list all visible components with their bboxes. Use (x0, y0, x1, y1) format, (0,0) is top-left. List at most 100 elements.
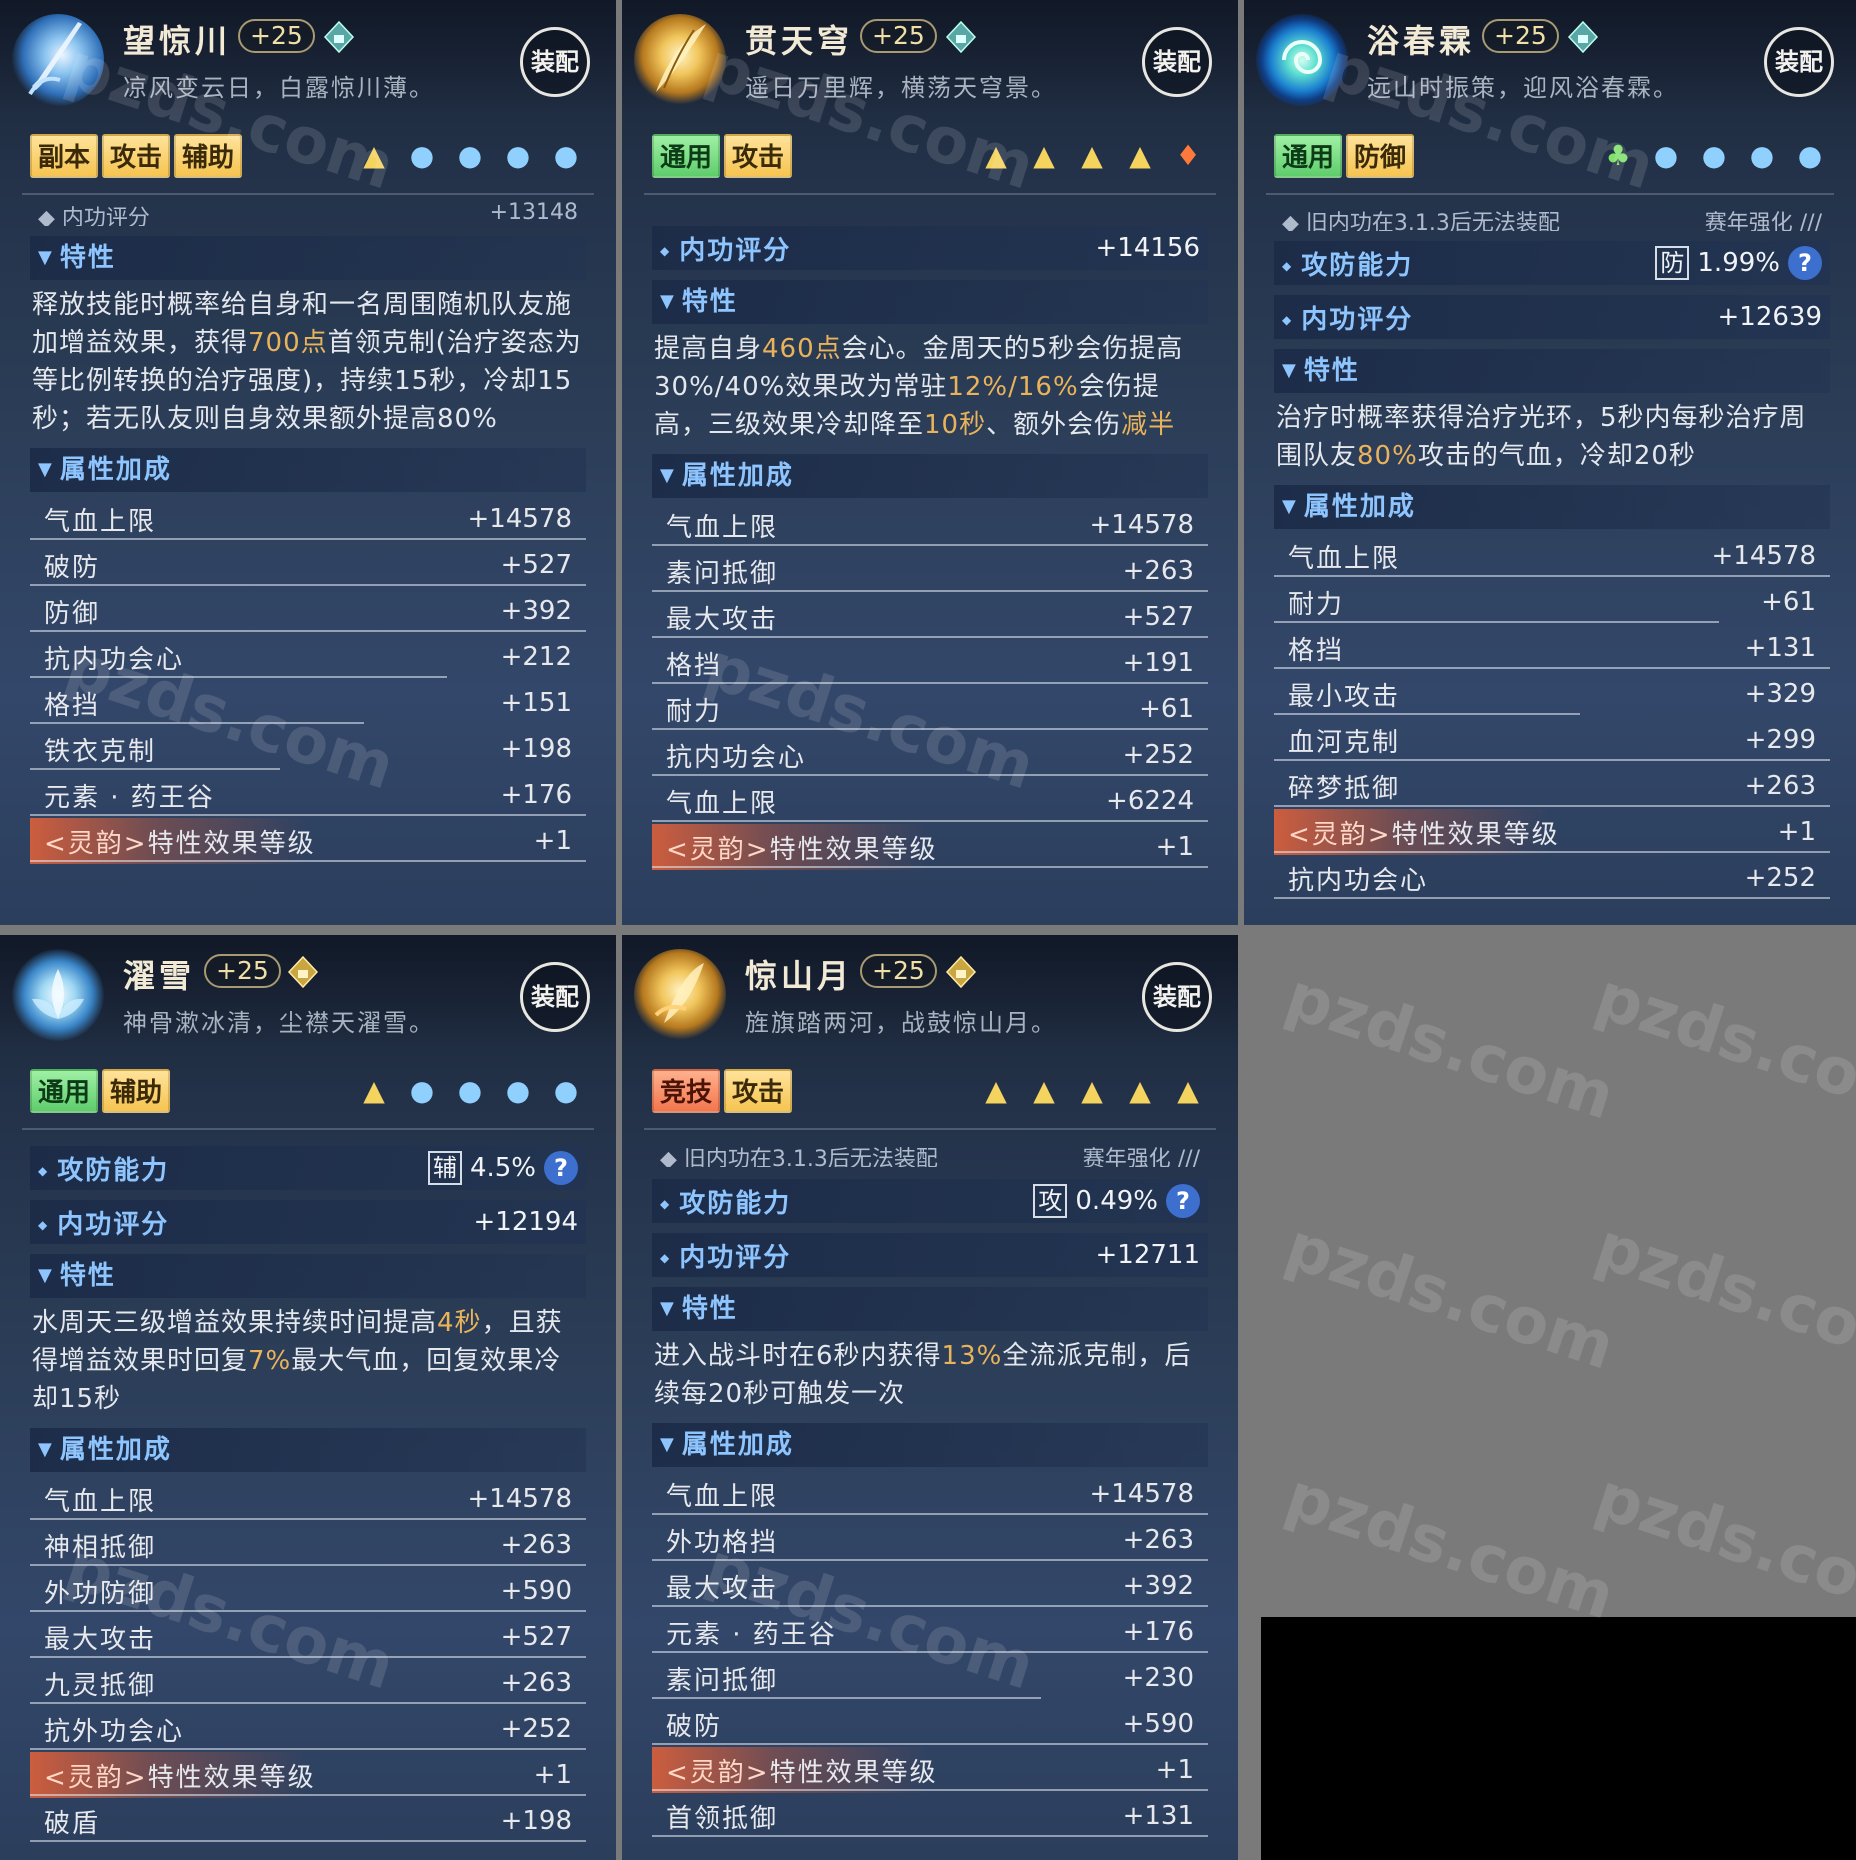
tag-general: 通用 (30, 1069, 99, 1113)
water-drop-icon: ● (505, 1074, 531, 1107)
tag-attack: 攻击 (724, 1069, 793, 1113)
power-type-badge: 防 (1655, 246, 1690, 280)
stat-name: 最大攻击 (666, 1573, 779, 1604)
stat-row: 抗内功会心 +212 (30, 634, 586, 680)
divider (644, 193, 1216, 195)
section-trait[interactable]: 特性 (652, 280, 1208, 324)
triangle-icon: ▲ (985, 1074, 1007, 1107)
scrolled-value: +13148 (489, 200, 578, 225)
section-attributes[interactable]: 属性加成 (30, 1428, 586, 1472)
triangle-icon: ▲ (985, 139, 1007, 172)
help-icon[interactable]: ? (544, 1151, 578, 1185)
lock-icon[interactable] (944, 955, 978, 989)
triangle-icon: ▲ (363, 139, 385, 172)
stat-name: 气血上限 (666, 788, 779, 819)
stat-value: +14578 (1711, 541, 1817, 571)
equip-button[interactable]: 装配 (1142, 962, 1212, 1032)
stat-name: 外功防御 (44, 1578, 157, 1609)
stat-name: 神相抵御 (44, 1532, 157, 1563)
stat-name: 最大攻击 (44, 1624, 157, 1655)
tag-support: 辅助 (102, 1069, 171, 1113)
section-attributes[interactable]: 属性加成 (30, 448, 586, 492)
section-trait[interactable]: 特性 (30, 236, 586, 280)
stat-row: 最大攻击 +527 (30, 1614, 586, 1660)
equip-button[interactable]: 装配 (520, 962, 590, 1032)
help-icon[interactable]: ? (1166, 1184, 1200, 1218)
section-trait[interactable]: 特性 (30, 1254, 586, 1298)
equip-button[interactable]: 装配 (1764, 27, 1834, 97)
stat-row: 元素 · 药王谷 +176 (652, 1609, 1208, 1655)
scrolled-row: ◆ 内功评分 +13148 (30, 200, 586, 226)
stat-name: 元素 · 药王谷 (666, 1619, 837, 1650)
water-drop-icon: ● (1797, 139, 1823, 172)
stat-row: 外功防御 +590 (30, 1568, 586, 1614)
equip-button[interactable]: 装配 (1142, 27, 1212, 97)
lock-icon[interactable] (944, 20, 978, 54)
scrolled-row: ◆ 旧内功在3.1.3后无法装配 赛年强化 /// (1274, 205, 1830, 231)
stat-row: 格挡 +131 (1274, 625, 1830, 671)
tag-attack: 攻击 (724, 134, 793, 178)
stat-value: +527 (1122, 602, 1194, 632)
trait-description: 提高自身460点会心。金周天的5秒会伤提高30%/40%效果改为常驻12%/16… (652, 328, 1208, 454)
scrolled-value: 赛年强化 /// (1704, 211, 1822, 231)
lock-icon[interactable] (286, 955, 320, 989)
section-attributes[interactable]: 属性加成 (652, 1423, 1208, 1467)
watermark: pzds.com (1586, 1209, 1856, 1385)
element-icons: ▲ ▲ ▲ ▲ ▲ (980, 1075, 1204, 1107)
card-header: 贯天穹 +25 遥日万里辉，横荡天穹景。 装配 通用 攻击 ▲ ▲ ▲ ▲ ♦ (622, 0, 1238, 190)
stat-value: +198 (500, 1806, 572, 1836)
equip-button[interactable]: 装配 (520, 27, 590, 97)
level-badge: +25 (860, 954, 937, 988)
stat-name: <灵韵>特性效果等级 (1288, 814, 1560, 851)
triangle-icon: ▲ (1177, 1074, 1199, 1107)
lingyun-tag: <灵韵> (666, 1757, 770, 1788)
help-icon[interactable]: ? (1788, 246, 1822, 280)
stat-name: <灵韵>特性效果等级 (44, 1757, 316, 1794)
power-type-badge: 攻 (1033, 1184, 1068, 1218)
lock-icon[interactable] (1566, 20, 1600, 54)
stat-row: 最小攻击 +329 (1274, 671, 1830, 717)
power-label: 攻防能力 (1282, 245, 1413, 282)
desc-text: 攻击的气血，冷却20秒 (1417, 441, 1696, 471)
stat-name: <灵韵>特性效果等级 (44, 823, 316, 860)
section-attributes[interactable]: 属性加成 (652, 454, 1208, 498)
lingyun-tag: <灵韵> (666, 834, 770, 865)
desc-highlight: 12%/16% (947, 372, 1079, 402)
stat-row: 破防 +590 (652, 1701, 1208, 1747)
power-row: 攻防能力 防1.99%? (1274, 241, 1830, 285)
stat-row: 抗外功会心 +252 (30, 1706, 586, 1752)
stat-row: 素问抵御 +230 (652, 1655, 1208, 1701)
stat-name-rest: 特性效果等级 (769, 1757, 938, 1788)
stat-value: +230 (1122, 1663, 1194, 1693)
scrolled-row: ◆ 旧内功在3.1.3后无法装配 赛年强化 /// (652, 1141, 1208, 1167)
stat-row: 铁衣克制 +198 (30, 726, 586, 772)
card-title: 望惊川 (123, 22, 232, 60)
lock-icon[interactable] (322, 20, 356, 54)
stat-name: 耐力 (1288, 589, 1345, 620)
card-jingshanyue: 惊山月 +25 旌旗踏两河，战鼓惊山月。 装配 竞技 攻击 ▲ ▲ ▲ ▲ ▲ … (622, 935, 1238, 1860)
stat-row-lingyun: <灵韵>特性效果等级 +1 (30, 818, 586, 864)
section-trait[interactable]: 特性 (652, 1287, 1208, 1331)
stat-value: +527 (500, 1622, 572, 1652)
section-attributes[interactable]: 属性加成 (1274, 485, 1830, 529)
watermark: pzds.com (1586, 959, 1856, 1135)
water-drop-icon: ● (1653, 139, 1679, 172)
stat-name: 格挡 (44, 690, 101, 721)
trait-description: 水周天三级增益效果持续时间提高4秒，且获得增益效果时回复7%最大气血，回复效果冷… (30, 1302, 586, 1428)
card-wangjingchuan: 望惊川 +25 凉风变云日，白露惊川薄。 装配 副本 攻击 辅助 ▲ ● ● ●… (0, 0, 616, 925)
section-trait[interactable]: 特性 (1274, 349, 1830, 393)
stat-row: 气血上限 +14578 (1274, 533, 1830, 579)
scrolled-label: ◆ 内功评分 (38, 206, 150, 226)
stat-list: 气血上限 +14578 素问抵御 +263 最大攻击 +527 格挡 +191 耐力 +6… (652, 502, 1208, 870)
divider (22, 193, 594, 195)
stat-row: 素问抵御 +263 (652, 548, 1208, 594)
stat-value: +61 (1139, 694, 1194, 724)
stat-value: +176 (500, 780, 572, 810)
stat-name-rest: 特性效果等级 (1391, 819, 1560, 850)
stat-value: +1 (1155, 1755, 1194, 1785)
stat-value: +263 (500, 1668, 572, 1698)
stat-name: 最大攻击 (666, 604, 779, 635)
feather-emblem-icon (634, 14, 726, 106)
score-value: +14156 (1095, 233, 1201, 263)
stat-row: 最大攻击 +527 (652, 594, 1208, 640)
